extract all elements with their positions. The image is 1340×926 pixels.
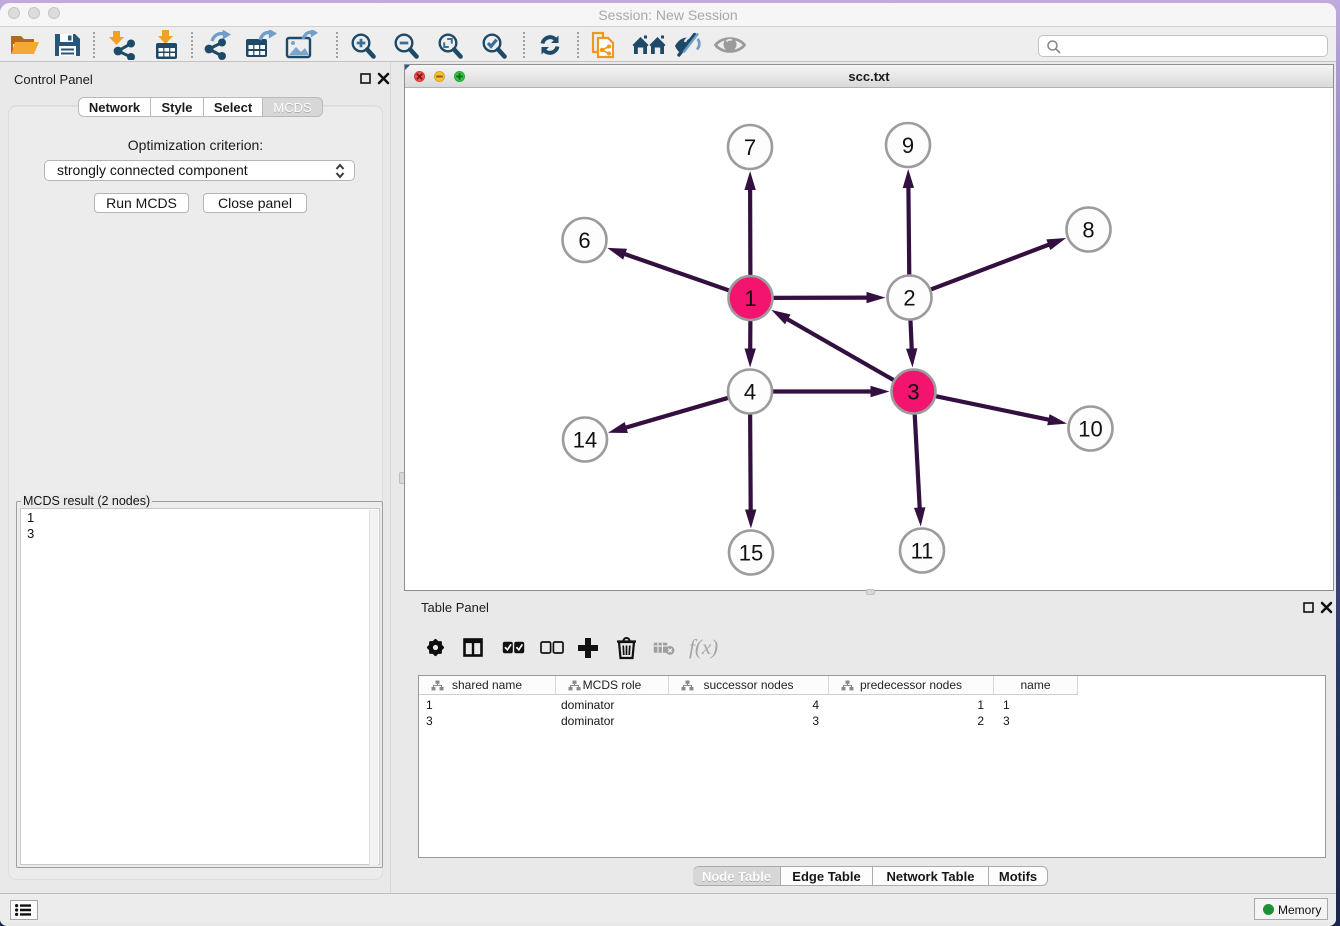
svg-text:11: 11 [911,538,934,563]
svg-text:15: 15 [739,540,763,565]
svg-text:1: 1 [744,286,756,311]
svg-text:8: 8 [1082,217,1094,242]
svg-text:14: 14 [573,427,597,452]
svg-text:3: 3 [907,379,919,404]
svg-text:4: 4 [744,379,756,404]
svg-text:9: 9 [902,133,914,158]
svg-text:2: 2 [903,285,915,310]
svg-text:10: 10 [1078,416,1102,441]
svg-text:6: 6 [578,228,590,253]
svg-text:7: 7 [744,135,756,160]
